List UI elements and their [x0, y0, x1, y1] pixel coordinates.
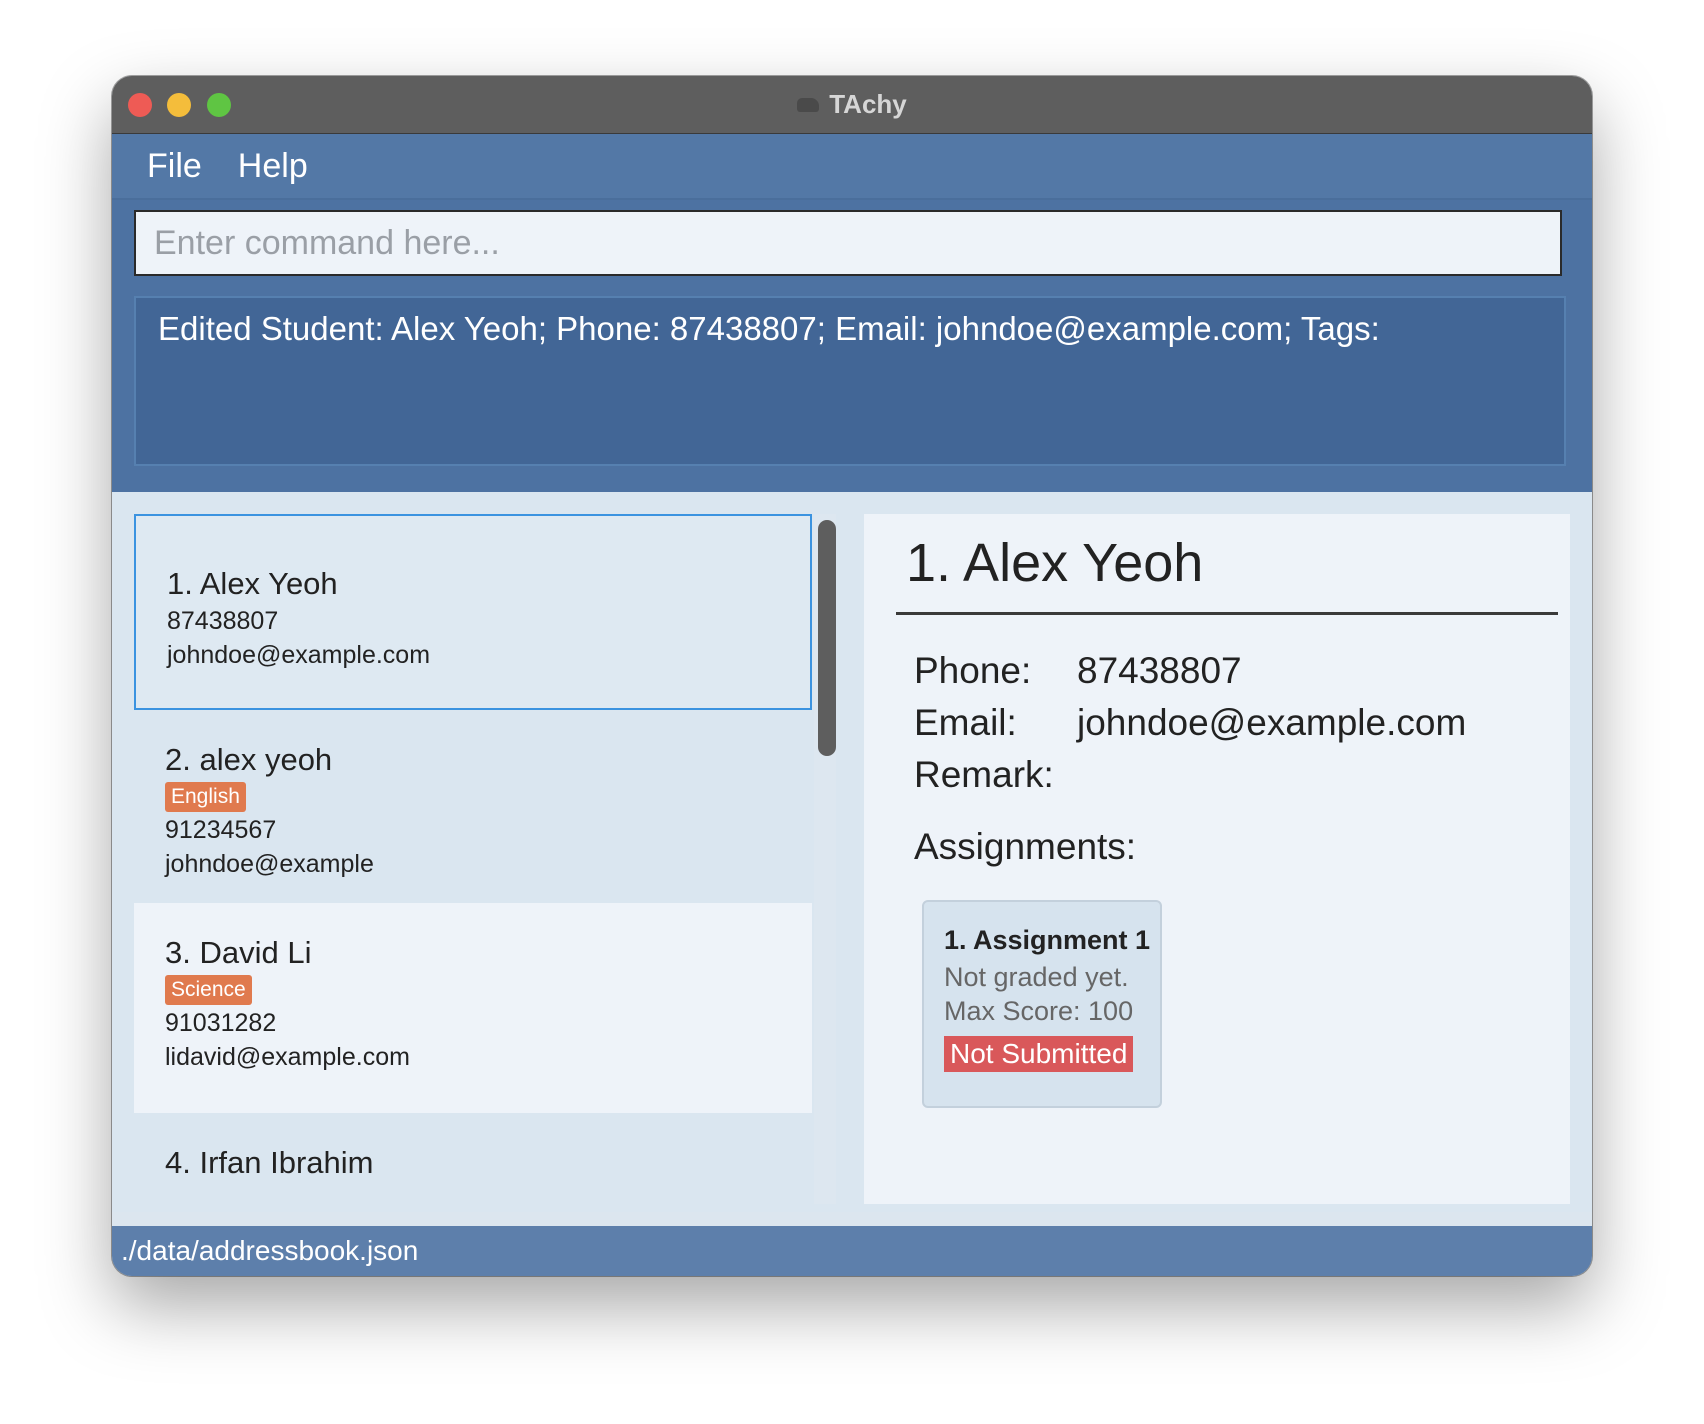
- student-phone: 91234567: [165, 816, 277, 844]
- student-card-4[interactable]: 4. Irfan Ibrahim: [134, 1113, 812, 1204]
- assignment-card[interactable]: 1. Assignment 1 Not graded yet. Max Scor…: [922, 900, 1162, 1108]
- result-display: Edited Student: Alex Yeoh; Phone: 874388…: [134, 296, 1566, 466]
- student-name: 1. Alex Yeoh: [167, 566, 338, 601]
- student-email: johndoe@example: [165, 850, 374, 878]
- student-phone: 87438807: [167, 607, 279, 635]
- student-name: 3. David Li: [165, 935, 312, 970]
- assignment-grade: Not graded yet.: [944, 962, 1129, 992]
- student-list[interactable]: 1. Alex Yeoh 87438807 johndoe@example.co…: [134, 514, 812, 1204]
- email-value: johndoe@example.com: [1077, 702, 1467, 743]
- email-label: Email:: [914, 702, 1017, 743]
- title-divider: [896, 612, 1558, 615]
- scrollbar-thumb[interactable]: [818, 520, 836, 756]
- student-email: johndoe@example.com: [167, 641, 431, 669]
- assignment-title: 1. Assignment 1: [944, 925, 1151, 955]
- remark-label: Remark:: [914, 754, 1054, 795]
- student-phone: 91031282: [165, 1009, 277, 1037]
- status-bar: ./data/addressbook.json: [112, 1226, 1592, 1276]
- app-window: TAchy File Help Edited Student: Alex Yeo…: [112, 76, 1592, 1276]
- student-detail-panel: 1. Alex Yeoh Phone: 87438807 Email: john…: [864, 514, 1570, 1204]
- student-name: 4. Irfan Ibrahim: [165, 1145, 374, 1180]
- student-tag: Science: [165, 975, 252, 1005]
- student-card-3[interactable]: 3. David Li Science 91031282 lidavid@exa…: [134, 903, 812, 1113]
- title-bar[interactable]: TAchy: [112, 76, 1592, 134]
- main-content: 1. Alex Yeoh 87438807 johndoe@example.co…: [112, 492, 1592, 1212]
- student-email: lidavid@example.com: [165, 1043, 410, 1071]
- command-input[interactable]: [134, 210, 1562, 276]
- phone-label: Phone:: [914, 650, 1032, 691]
- student-tag: English: [165, 782, 246, 812]
- command-box: [112, 200, 1592, 288]
- student-name: 2. alex yeoh: [165, 742, 333, 777]
- student-card-1[interactable]: 1. Alex Yeoh 87438807 johndoe@example.co…: [134, 514, 812, 710]
- phone-value: 87438807: [1077, 650, 1242, 691]
- assignment-max-score: Max Score: 100: [944, 996, 1134, 1026]
- result-display-area: Edited Student: Alex Yeoh; Phone: 874388…: [112, 288, 1592, 492]
- submission-status-badge: Not Submitted: [944, 1036, 1134, 1072]
- list-scrollbar[interactable]: [814, 514, 836, 1204]
- menu-bar: File Help: [112, 134, 1592, 200]
- menu-file[interactable]: File: [147, 147, 202, 186]
- menu-help[interactable]: Help: [238, 147, 308, 186]
- student-card-2[interactable]: 2. alex yeoh English 91234567 johndoe@ex…: [134, 710, 812, 903]
- detail-title: 1. Alex Yeoh: [906, 533, 1204, 593]
- window-title: TAchy: [829, 89, 907, 119]
- app-icon: [797, 97, 820, 112]
- assignments-label: Assignments:: [914, 826, 1137, 867]
